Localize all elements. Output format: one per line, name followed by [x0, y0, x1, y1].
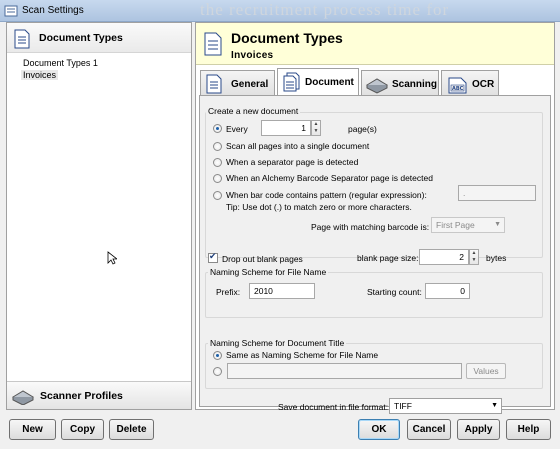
- document-types-label: Document Types: [39, 32, 123, 44]
- tab-general-label: General: [231, 79, 269, 90]
- matching-barcode-select[interactable]: First Page ▼: [431, 217, 505, 233]
- svg-text:ABC: ABC: [452, 86, 464, 92]
- ocr-icon: ABC: [448, 77, 467, 94]
- document-icon: [206, 74, 222, 94]
- single-document-label: Scan all pages into a single document: [226, 141, 370, 151]
- prefix-label: Prefix:: [216, 287, 241, 297]
- radio-barcode-pattern[interactable]: [213, 191, 222, 200]
- scanner-icon: [12, 390, 34, 405]
- starting-count-input[interactable]: 0: [425, 283, 470, 299]
- tree-item-invoices[interactable]: Invoices: [21, 70, 59, 80]
- header-title: Document Types: [231, 30, 343, 46]
- save-format-value: TIFF: [394, 401, 412, 411]
- document-icon: [14, 29, 30, 49]
- alchemy-barcode-label: When an Alchemy Barcode Separator page i…: [226, 173, 433, 183]
- scanner-profiles-label: Scanner Profiles: [40, 390, 123, 402]
- create-document-group-label: Create a new document: [206, 106, 301, 116]
- pattern-tip-text: Tip: Use dot (.) to match zero or more c…: [226, 202, 412, 212]
- save-format-label: Save document in file format:: [278, 402, 389, 412]
- drop-blank-pages-label: Drop out blank pages: [222, 254, 303, 264]
- right-pane: Document Types Invoices General Document…: [195, 22, 555, 414]
- cancel-button[interactable]: Cancel: [407, 419, 451, 440]
- radio-alchemy-barcode[interactable]: [213, 174, 222, 183]
- blank-page-size-unit: bytes: [486, 253, 507, 263]
- every-pages-input[interactable]: 1: [261, 120, 311, 136]
- separator-page-label: When a separator page is detected: [226, 157, 359, 167]
- tab-ocr-label: OCR: [472, 79, 495, 90]
- blank-page-size-input[interactable]: 2: [419, 249, 469, 265]
- radio-custom-title[interactable]: [213, 367, 222, 376]
- document-tab-panel: Create a new document Every 1 ▲ ▼ page(s)…: [199, 95, 551, 414]
- tab-scanning[interactable]: Scanning: [361, 70, 439, 96]
- apply-button[interactable]: Apply: [457, 419, 500, 440]
- blank-page-size-spinner[interactable]: ▲ ▼: [469, 249, 479, 265]
- delete-button[interactable]: Delete: [109, 419, 154, 440]
- tab-document[interactable]: Document: [277, 68, 359, 95]
- new-button[interactable]: New: [9, 419, 56, 440]
- chevron-down-icon: ▼: [491, 402, 498, 409]
- tab-general[interactable]: General: [200, 70, 275, 96]
- pages-suffix-label: page(s): [348, 124, 377, 134]
- radio-every[interactable]: [213, 124, 222, 133]
- copy-button[interactable]: Copy: [61, 419, 104, 440]
- background-window-text: the recruitment process time for: [200, 0, 450, 19]
- window-title: Scan Settings: [22, 5, 84, 16]
- title-bar: Scan Settings the recruitment process ti…: [0, 0, 560, 22]
- scanner-profiles-header[interactable]: Scanner Profiles: [7, 381, 191, 409]
- starting-count-label: Starting count:: [367, 287, 422, 297]
- document-types-header[interactable]: Document Types: [7, 23, 191, 53]
- naming-file-group-label: Naming Scheme for File Name: [208, 267, 329, 277]
- left-pane: Document Types Document Types 1 Invoices…: [6, 22, 192, 410]
- tab-scanning-label: Scanning: [392, 79, 438, 90]
- mouse-cursor-icon: [107, 251, 117, 265]
- tab-ocr[interactable]: ABC OCR: [441, 70, 499, 96]
- radio-separator-page[interactable]: [213, 158, 222, 167]
- blank-page-size-label: blank page size:: [357, 253, 419, 263]
- save-format-select[interactable]: TIFF ▼: [389, 398, 502, 414]
- document-icon: [204, 32, 222, 56]
- radio-single-document[interactable]: [213, 142, 222, 151]
- tree-item-document-types-1[interactable]: Document Types 1: [23, 58, 98, 68]
- radio-same-as-file-name[interactable]: [213, 351, 222, 360]
- values-button[interactable]: Values: [466, 363, 506, 379]
- every-pages-spinner[interactable]: ▲ ▼: [311, 120, 321, 136]
- documents-icon: [283, 72, 300, 92]
- chevron-down-icon: ▼: [494, 221, 501, 228]
- scanner-app-icon: [4, 5, 18, 17]
- matching-barcode-label: Page with matching barcode is:: [311, 222, 430, 232]
- prefix-input[interactable]: 2010: [249, 283, 315, 299]
- same-as-file-name-label: Same as Naming Scheme for File Name: [226, 350, 379, 360]
- matching-barcode-value: First Page: [436, 220, 475, 230]
- header-subtitle: Invoices: [231, 50, 274, 61]
- barcode-pattern-input[interactable]: .: [458, 185, 536, 201]
- barcode-pattern-label: When bar code contains pattern (regular …: [226, 190, 427, 200]
- drop-blank-pages-checkbox[interactable]: [208, 251, 218, 263]
- document-type-header: Document Types Invoices: [196, 23, 554, 65]
- help-button[interactable]: Help: [506, 419, 551, 440]
- tab-document-label: Document: [305, 77, 354, 88]
- custom-title-input[interactable]: [227, 363, 462, 379]
- scanner-icon: [366, 78, 388, 94]
- ok-button[interactable]: OK: [358, 419, 400, 440]
- naming-title-group-label: Naming Scheme for Document Title: [208, 338, 347, 348]
- every-label: Every: [226, 124, 248, 134]
